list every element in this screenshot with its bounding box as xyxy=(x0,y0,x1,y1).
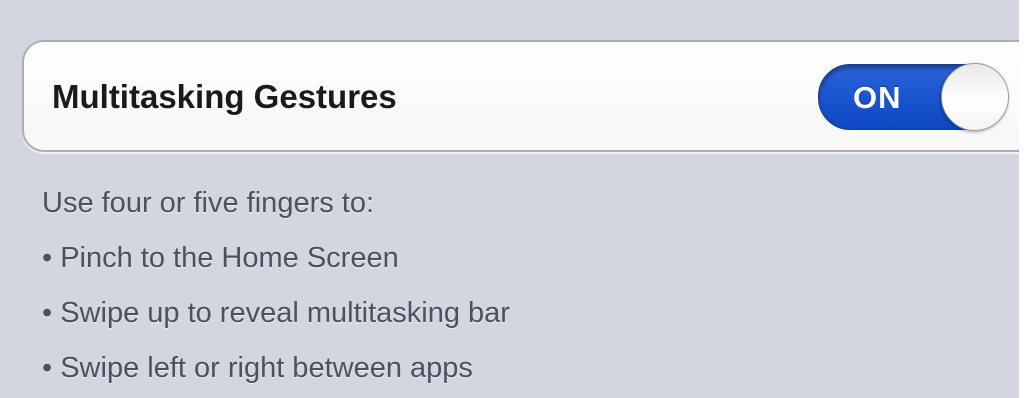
toggle-state-text: ON xyxy=(853,80,902,115)
multitasking-gestures-cell: Multitasking Gestures ON xyxy=(22,40,1019,152)
description-item-swipe-left-right: • Swipe left or right between apps xyxy=(42,352,473,384)
gestures-description: Use four or five fingers to: • Pinch to … xyxy=(42,176,510,396)
description-intro: Use four or five fingers to: xyxy=(42,187,375,219)
toggle-knob[interactable] xyxy=(941,63,1009,131)
multitasking-gestures-toggle[interactable]: ON xyxy=(818,63,1009,131)
description-item-swipe-up: • Swipe up to reveal multitasking bar xyxy=(42,297,510,329)
settings-screen: Multitasking Gestures ON Use four or fiv… xyxy=(0,0,1019,398)
multitasking-gestures-label: Multitasking Gestures xyxy=(52,78,397,115)
description-item-pinch: • Pinch to the Home Screen xyxy=(42,242,399,274)
